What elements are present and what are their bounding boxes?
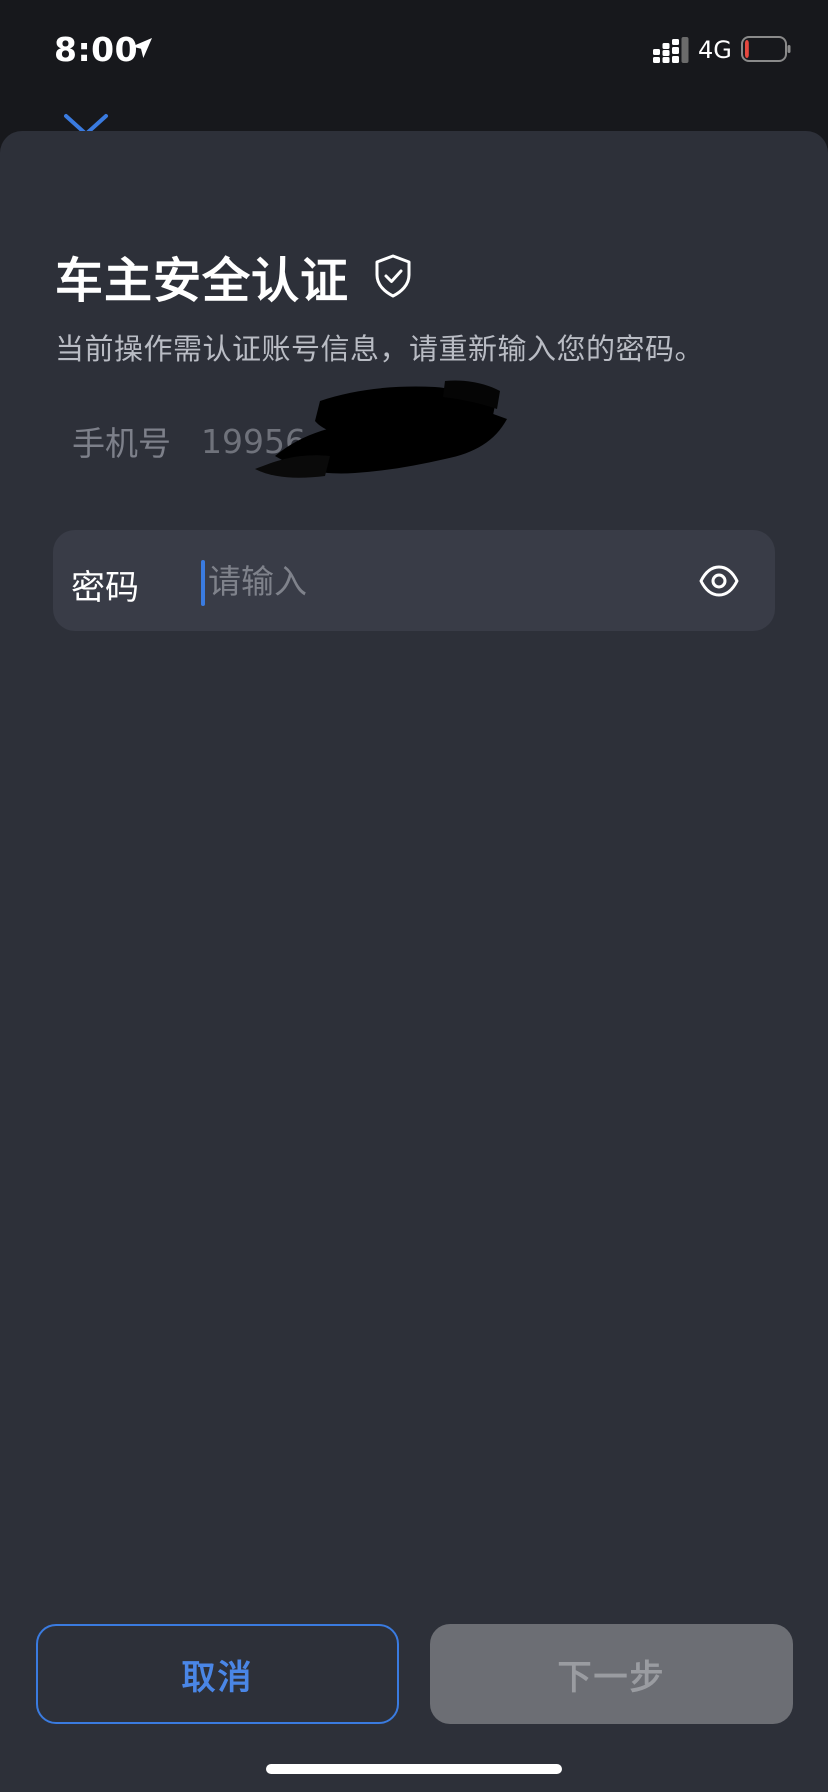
location-arrow-icon xyxy=(132,38,152,58)
battery-icon xyxy=(741,36,791,62)
signal-icon xyxy=(653,37,689,63)
home-indicator[interactable] xyxy=(266,1764,562,1774)
eye-icon[interactable] xyxy=(698,560,740,602)
auth-sheet: 车主安全认证 当前操作需认证账号信息，请重新输入您的密码。 手机号 19956 … xyxy=(0,131,828,1792)
network-type: 4G xyxy=(698,36,732,64)
status-bar: 8:00 4G xyxy=(0,0,828,100)
redaction-scribble xyxy=(255,380,507,478)
next-step-button[interactable]: 下一步 xyxy=(430,1624,793,1724)
title-row: 车主安全认证 xyxy=(55,241,413,311)
status-time: 8:00 xyxy=(54,30,139,69)
screen: 8:00 4G 车主安全认证 当前操作需认证账号信息，请重新输入您的密码。 手机… xyxy=(0,0,828,1792)
shield-check-icon xyxy=(375,254,411,298)
page-title: 车主安全认证 xyxy=(55,253,350,309)
cancel-button[interactable]: 取消 xyxy=(36,1624,399,1724)
phone-label: 手机号 xyxy=(72,424,171,463)
text-caret xyxy=(201,560,205,606)
password-input[interactable] xyxy=(208,552,688,610)
password-label: 密码 xyxy=(71,568,139,608)
password-field[interactable]: 密码 xyxy=(53,530,775,631)
